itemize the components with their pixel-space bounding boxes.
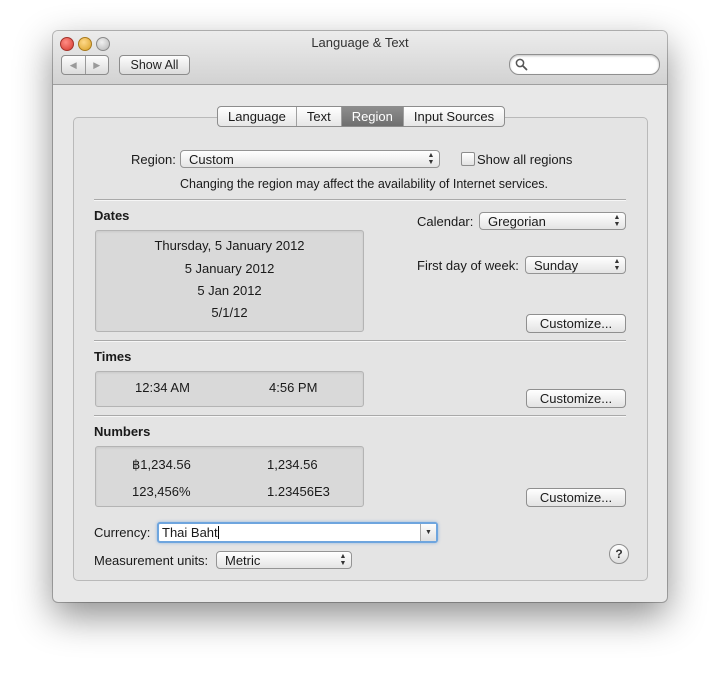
title-bar: Language & Text ◀ ▶ Show All (53, 31, 667, 85)
popup-arrows-icon: ▲ ▼ (613, 214, 621, 228)
numbers-customize-button[interactable]: Customize... (526, 488, 626, 507)
currency-value[interactable]: Thai Baht (162, 525, 218, 541)
search-icon (515, 58, 528, 71)
date-long-sample: 5 January 2012 (184, 261, 275, 276)
first-day-value: Sunday (534, 258, 579, 273)
times-sample-box: 12:34 AM 4:56 PM (95, 371, 364, 407)
back-forward-buttons: ◀ ▶ (61, 55, 109, 75)
show-all-regions-label: Show all regions (477, 152, 573, 167)
calendar-label: Calendar: (417, 214, 474, 229)
forward-arrow-icon[interactable]: ▶ (84, 56, 109, 74)
currency-label: Currency: (94, 525, 151, 540)
date-short-sample: 5/1/12 (211, 305, 248, 320)
chevron-down-icon[interactable]: ▼ (420, 524, 436, 541)
popup-arrows-icon: ▲ ▼ (339, 553, 347, 567)
popup-arrows-icon: ▲ ▼ (613, 258, 621, 272)
scientific-sample: 1.23456E3 (267, 484, 330, 499)
numbers-heading: Numbers (94, 424, 151, 439)
dates-customize-button[interactable]: Customize... (526, 314, 626, 333)
first-day-label: First day of week: (417, 258, 519, 273)
region-popup[interactable]: Custom ▲ ▼ (180, 150, 440, 168)
window-title: Language & Text (311, 35, 409, 50)
tab-language[interactable]: Language (218, 107, 297, 126)
popup-arrows-icon: ▲ ▼ (427, 152, 435, 166)
time-short-sample: 12:34 AM (135, 380, 190, 395)
measurement-value: Metric (225, 553, 261, 568)
divider (94, 340, 626, 342)
calendar-popup[interactable]: Gregorian ▲ ▼ (479, 212, 626, 230)
divider (94, 199, 626, 201)
dates-sample-box: Thursday, 5 January 2012 5 January 2012 … (95, 230, 364, 332)
numbers-sample-box: ฿1,234.56 1,234.56 123,456% 1.23456E3 (95, 446, 364, 507)
calendar-value: Gregorian (488, 214, 546, 229)
measurement-popup[interactable]: Metric ▲ ▼ (216, 551, 352, 569)
back-arrow-icon[interactable]: ◀ (62, 56, 85, 74)
text-cursor (218, 526, 219, 539)
percent-sample: 123,456% (132, 484, 191, 499)
show-all-regions-checkbox[interactable] (461, 152, 475, 166)
tab-text[interactable]: Text (297, 107, 342, 126)
time-long-sample: 4:56 PM (269, 380, 318, 395)
decimal-sample: 1,234.56 (267, 457, 318, 472)
region-label: Region: (131, 152, 176, 167)
date-full-sample: Thursday, 5 January 2012 (154, 238, 305, 253)
currency-sample: ฿1,234.56 (132, 457, 191, 472)
preferences-window: Language & Text ◀ ▶ Show All Language Te… (53, 31, 667, 602)
help-button[interactable]: ? (609, 544, 629, 564)
region-notice: Changing the region may affect the avail… (180, 177, 549, 191)
date-medium-sample: 5 Jan 2012 (197, 283, 262, 298)
measurement-label: Measurement units: (94, 553, 209, 568)
times-customize-button[interactable]: Customize... (526, 389, 626, 408)
tab-bar: Language Text Region Input Sources (217, 106, 506, 127)
search-field[interactable] (509, 54, 660, 75)
times-heading: Times (94, 349, 132, 364)
first-day-popup[interactable]: Sunday ▲ ▼ (525, 256, 626, 274)
tab-region[interactable]: Region (341, 107, 404, 126)
show-all-button[interactable]: Show All (119, 55, 190, 75)
currency-combo-box[interactable]: Thai Baht ▼ (157, 522, 438, 543)
region-value: Custom (189, 152, 234, 167)
divider (94, 415, 626, 417)
tab-input-sources[interactable]: Input Sources (404, 107, 504, 126)
dates-heading: Dates (94, 208, 130, 223)
